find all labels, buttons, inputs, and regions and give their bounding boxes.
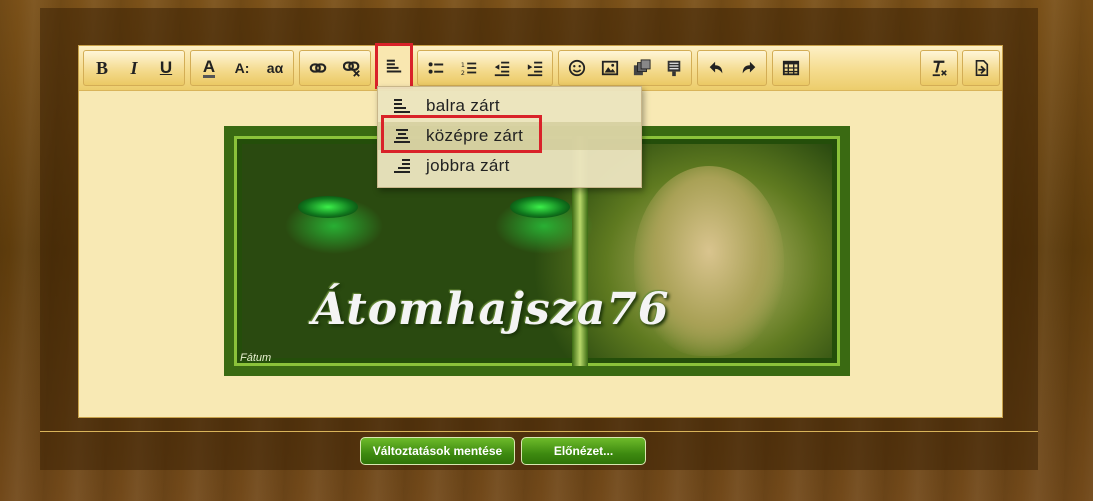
font-size-icon: A: [234,60,250,76]
underline-button[interactable]: U [150,51,182,85]
preview-label: Előnézet... [553,444,614,458]
media-button[interactable] [626,51,658,85]
unlink-icon [343,61,360,77]
source-button[interactable] [965,51,997,85]
redo-icon [742,61,756,74]
italic-icon: I [130,57,138,78]
editor-toolbar: B I U A A: aα 1 2 [79,43,1002,91]
list-group: 12 [417,50,553,86]
link-group [299,50,371,86]
align-left-icon [386,59,402,73]
numbered-list-icon: 12 [461,62,477,77]
align-right-label: jobbra zárt [426,156,510,175]
font-family-icon: aα [266,60,284,76]
undo-icon [709,61,723,74]
link-icon [309,63,327,73]
banner-title: Átomhajsza76 [312,284,670,335]
clear-format-group [920,50,958,86]
align-right-option[interactable]: jobbra zárt [378,152,641,180]
save-changes-label: Változtatások mentése [372,444,503,458]
clear-format-button[interactable] [923,51,955,85]
align-group [375,43,413,89]
outdent-button[interactable] [486,51,518,85]
font-size-button[interactable]: A: [226,51,258,85]
quote-button[interactable] [658,51,690,85]
source-icon [975,59,989,77]
image-icon [601,60,619,76]
bold-icon: B [95,57,108,78]
eye-right [510,196,570,218]
highlight-box [381,115,542,153]
bullet-list-icon [428,62,444,74]
indent-button[interactable] [519,51,551,85]
banner-signature: Fátum [240,352,272,364]
align-left-icon [394,99,410,113]
media-icon [633,59,651,76]
font-group: A A: aα [190,50,294,86]
insert-group [558,50,692,86]
unlink-button[interactable] [336,51,368,85]
image-button[interactable] [594,51,626,85]
table-button[interactable] [775,51,807,85]
redo-button[interactable] [733,51,765,85]
outdent-icon [494,61,510,77]
numbered-list-button[interactable]: 12 [453,51,485,85]
emoji-button[interactable] [561,51,593,85]
link-button[interactable] [302,51,334,85]
smiley-icon [568,59,586,77]
text-style-group: B I U [83,50,185,86]
indent-icon [527,61,543,77]
quote-icon [667,60,681,77]
source-group [962,50,1000,86]
bold-button[interactable]: B [86,51,118,85]
align-dropdown: balra zárt középre zárt jobbra zárt [377,86,642,188]
font-family-button[interactable]: aα [259,51,291,85]
history-group [697,50,767,86]
font-color-icon: A [202,56,216,78]
align-button[interactable] [375,43,413,89]
underline-icon: U [159,58,173,77]
italic-button[interactable]: I [118,51,150,85]
clear-format-icon [932,60,947,77]
preview-button[interactable]: Előnézet... [521,437,646,465]
svg-text:1: 1 [461,62,465,69]
undo-button[interactable] [700,51,732,85]
bullet-list-button[interactable] [420,51,452,85]
save-changes-button[interactable]: Változtatások mentése [360,437,515,465]
table-icon [782,60,800,76]
align-right-icon [394,159,410,173]
table-group [772,50,810,86]
font-color-button[interactable]: A [193,51,225,85]
eye-left [298,196,358,218]
separator-line [40,431,1038,432]
align-left-label: balra zárt [426,96,500,115]
svg-text:2: 2 [461,70,465,77]
